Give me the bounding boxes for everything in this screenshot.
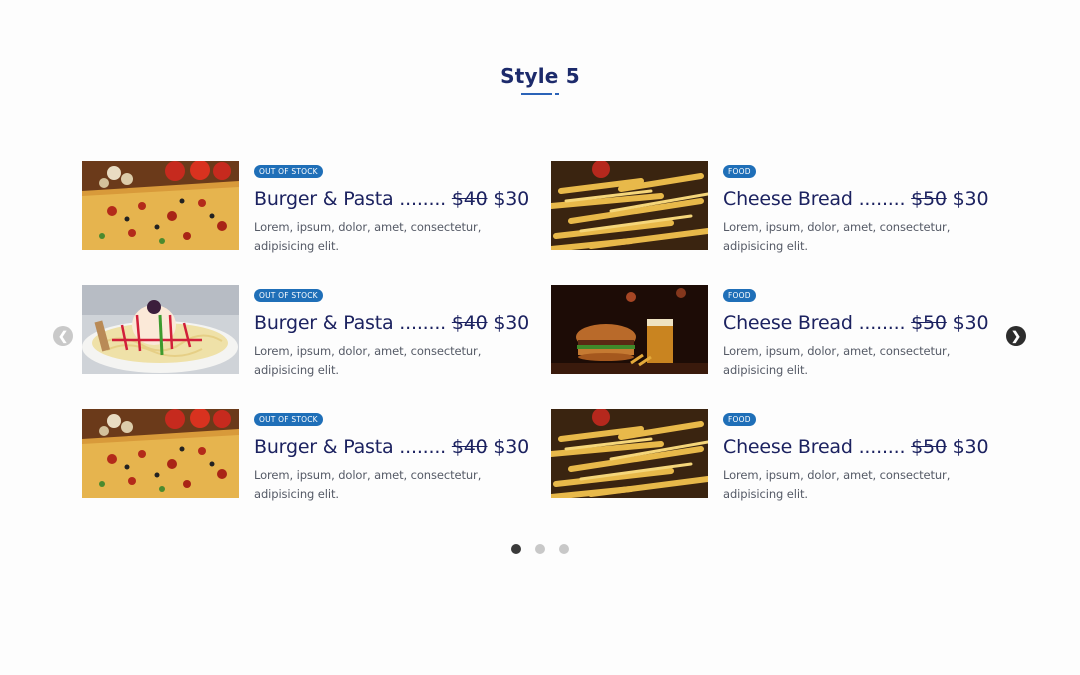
item-headline: Cheese Bread ........ $50 $30 xyxy=(723,312,1003,334)
food-image[interactable] xyxy=(82,161,239,250)
title-underline xyxy=(521,93,552,95)
chevron-right-icon: ❯ xyxy=(1010,329,1022,343)
status-badge: Out of stock xyxy=(254,289,323,302)
carousel-pagination xyxy=(511,544,569,554)
price: $30 xyxy=(952,436,989,458)
status-badge: Food xyxy=(723,413,756,426)
item-description: Lorem, ipsum, dolor, amet, consectetur, … xyxy=(723,344,951,377)
food-image[interactable] xyxy=(551,285,708,374)
item-description: Lorem, ipsum, dolor, amet, consectetur, … xyxy=(254,220,482,253)
item-headline: Burger & Pasta ........ $40 $30 xyxy=(254,312,534,334)
menu-item[interactable]: Out of stock Burger & Pasta ........ $40… xyxy=(82,285,529,377)
food-image[interactable] xyxy=(82,285,239,374)
icecream-pasta-image xyxy=(82,285,239,374)
status-badge: Food xyxy=(723,165,756,178)
item-headline: Cheese Bread ........ $50 $30 xyxy=(723,188,1003,210)
fries-image xyxy=(551,161,708,250)
price-leader: ........ xyxy=(858,188,906,210)
food-image[interactable] xyxy=(551,409,708,498)
old-price: $50 xyxy=(911,436,947,458)
item-name: Cheese Bread xyxy=(723,436,853,458)
price-leader: ........ xyxy=(399,188,447,210)
price-leader: ........ xyxy=(399,436,447,458)
carousel-next-button[interactable]: ❯ xyxy=(1006,326,1026,346)
price: $30 xyxy=(493,188,530,210)
food-image[interactable] xyxy=(82,409,239,498)
item-headline: Burger & Pasta ........ $40 $30 xyxy=(254,188,534,210)
price: $30 xyxy=(952,312,989,334)
price: $30 xyxy=(952,188,989,210)
price: $30 xyxy=(493,436,530,458)
item-description: Lorem, ipsum, dolor, amet, consectetur, … xyxy=(723,468,951,501)
fries-image xyxy=(551,409,708,498)
pizza-image xyxy=(82,409,239,498)
price-leader: ........ xyxy=(858,312,906,334)
food-image[interactable] xyxy=(551,161,708,250)
item-name: Burger & Pasta xyxy=(254,436,394,458)
price-leader: ........ xyxy=(399,312,447,334)
menu-item[interactable]: Out of stock Burger & Pasta ........ $40… xyxy=(82,409,529,501)
item-name: Cheese Bread xyxy=(723,188,853,210)
item-name: Cheese Bread xyxy=(723,312,853,334)
old-price: $50 xyxy=(911,312,947,334)
old-price: $50 xyxy=(911,188,947,210)
item-headline: Burger & Pasta ........ $40 $30 xyxy=(254,436,534,458)
price: $30 xyxy=(493,312,530,334)
price-leader: ........ xyxy=(858,436,906,458)
pagination-dot[interactable] xyxy=(511,544,521,554)
menu-item[interactable]: Food Cheese Bread ........ $50 $30 Lorem… xyxy=(551,285,991,377)
item-name: Burger & Pasta xyxy=(254,312,394,334)
old-price: $40 xyxy=(451,312,488,334)
old-price: $40 xyxy=(451,436,488,458)
pizza-image xyxy=(82,161,239,250)
burger-beer-image xyxy=(551,285,708,374)
carousel-prev-button[interactable]: ❮ xyxy=(53,326,73,346)
pagination-dot[interactable] xyxy=(559,544,569,554)
item-description: Lorem, ipsum, dolor, amet, consectetur, … xyxy=(254,468,482,501)
pagination-dot[interactable] xyxy=(535,544,545,554)
old-price: $40 xyxy=(451,188,488,210)
menu-item[interactable]: Food Cheese Bread ........ $50 $30 Lorem… xyxy=(551,161,991,253)
status-badge: Out of stock xyxy=(254,413,323,426)
item-description: Lorem, ipsum, dolor, amet, consectetur, … xyxy=(254,344,482,377)
chevron-left-icon: ❮ xyxy=(57,329,69,343)
item-description: Lorem, ipsum, dolor, amet, consectetur, … xyxy=(723,220,951,253)
item-name: Burger & Pasta xyxy=(254,188,394,210)
item-headline: Cheese Bread ........ $50 $30 xyxy=(723,436,1003,458)
title-underline-dot xyxy=(555,93,559,95)
menu-item[interactable]: Food Cheese Bread ........ $50 $30 Lorem… xyxy=(551,409,991,501)
section-title: Style 5 xyxy=(500,64,580,88)
status-badge: Food xyxy=(723,289,756,302)
menu-item[interactable]: Out of stock Burger & Pasta ........ $40… xyxy=(82,161,529,253)
menu-grid: Out of stock Burger & Pasta ........ $40… xyxy=(82,161,1002,501)
status-badge: Out of stock xyxy=(254,165,323,178)
